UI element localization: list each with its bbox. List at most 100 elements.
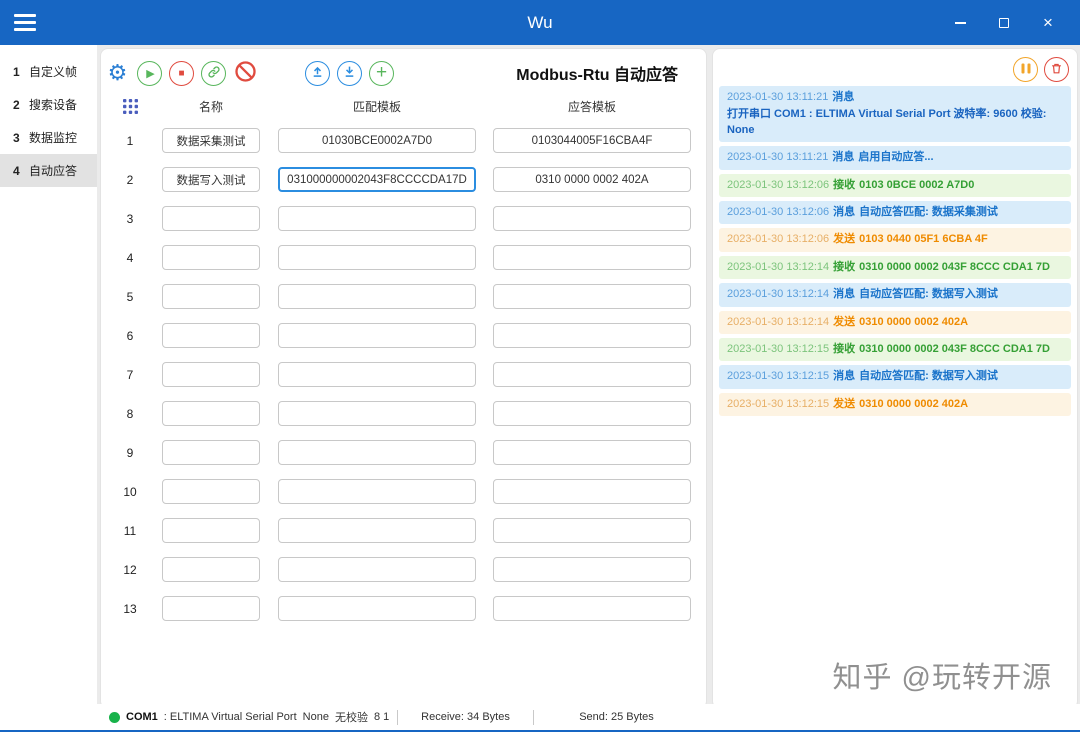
log-toolbar	[713, 49, 1077, 84]
name-input[interactable]	[162, 206, 260, 231]
name-input[interactable]	[162, 167, 260, 192]
page-title: Modbus-Rtu 自动应答	[516, 61, 678, 85]
serial-status: COM1 : ELTIMA Virtual Serial Port None 无…	[97, 709, 397, 725]
log-list[interactable]: 2023-01-30 13:11:21消息 打开串口 COM1 : ELTIMA…	[713, 84, 1077, 422]
menu-icon[interactable]	[14, 14, 36, 31]
pause-log-button[interactable]	[1013, 57, 1038, 82]
sidebar-item-auto-answer[interactable]: 4 自动应答	[0, 154, 97, 187]
start-button[interactable]: ▶	[137, 61, 162, 86]
upload-icon	[311, 65, 324, 81]
name-input[interactable]	[162, 323, 260, 348]
row-number: 6	[109, 329, 151, 343]
match-template-input[interactable]	[278, 401, 476, 426]
row-number: 10	[109, 485, 151, 499]
log-time: 2023-01-30 13:12:14	[727, 261, 829, 273]
log-entry: 2023-01-30 13:11:21消息 打开串口 COM1 : ELTIMA…	[719, 86, 1071, 142]
log-entry: 2023-01-30 13:11:21消息启用自动应答...	[719, 146, 1071, 169]
log-tag: 接收	[833, 179, 855, 191]
match-template-input[interactable]	[278, 323, 476, 348]
response-template-input[interactable]	[493, 401, 691, 426]
log-time: 2023-01-30 13:12:15	[727, 398, 829, 410]
row-number: 2	[109, 173, 151, 187]
row-number: 13	[109, 602, 151, 616]
minimize-button[interactable]	[952, 15, 968, 31]
main-panel: ⚙ ▶ ■ + Modbus-Rtu 自动应答 名称 匹配模板 应答模板 1	[100, 48, 707, 709]
row-number: 12	[109, 563, 151, 577]
table-row: 1	[101, 121, 706, 160]
match-template-input[interactable]	[278, 362, 476, 387]
response-template-input[interactable]	[493, 362, 691, 387]
response-template-input[interactable]	[493, 284, 691, 309]
match-template-input[interactable]	[278, 206, 476, 231]
match-template-input[interactable]	[278, 440, 476, 465]
status-frame: 8 1	[374, 711, 389, 723]
name-input[interactable]	[162, 440, 260, 465]
response-template-input[interactable]	[493, 245, 691, 270]
match-template-input[interactable]	[278, 245, 476, 270]
response-template-input[interactable]	[493, 206, 691, 231]
status-send-bytes: Send: 25 Bytes	[534, 711, 699, 723]
window-controls: ×	[952, 15, 1080, 31]
log-text: 自动应答匹配: 数据写入测试	[859, 370, 998, 382]
name-input[interactable]	[162, 245, 260, 270]
stop-button[interactable]: ■	[169, 61, 194, 86]
response-template-input[interactable]	[493, 440, 691, 465]
response-template-input[interactable]	[493, 167, 691, 192]
sidebar-item-search-device[interactable]: 2 搜索设备	[0, 88, 97, 121]
name-input[interactable]	[162, 596, 260, 621]
response-template-input[interactable]	[493, 518, 691, 543]
match-template-input[interactable]	[278, 167, 476, 192]
column-header-response-template: 应答模板	[493, 98, 691, 115]
add-row-button[interactable]: +	[369, 61, 394, 86]
name-input[interactable]	[162, 362, 260, 387]
log-time: 2023-01-30 13:11:21	[727, 91, 828, 103]
gear-icon: ⚙	[108, 62, 128, 84]
name-input[interactable]	[162, 284, 260, 309]
table-row: 7	[101, 355, 706, 394]
disconnect-serial-button[interactable]	[233, 61, 258, 86]
response-template-input[interactable]	[493, 128, 691, 153]
match-template-input[interactable]	[278, 557, 476, 582]
log-time: 2023-01-30 13:12:06	[727, 206, 829, 218]
response-template-input[interactable]	[493, 323, 691, 348]
maximize-button[interactable]	[996, 15, 1012, 31]
log-entry: 2023-01-30 13:12:14消息自动应答匹配: 数据写入测试	[719, 283, 1071, 306]
row-number: 5	[109, 290, 151, 304]
import-button[interactable]	[305, 61, 330, 86]
name-input[interactable]	[162, 479, 260, 504]
name-input[interactable]	[162, 557, 260, 582]
log-tag: 消息	[832, 91, 854, 103]
settings-button[interactable]: ⚙	[105, 61, 130, 86]
sidebar-item-custom-frame[interactable]: 1 自定义帧	[0, 55, 97, 88]
log-tag: 接收	[833, 261, 855, 273]
status-receive-bytes: Receive: 34 Bytes	[398, 711, 533, 723]
close-button[interactable]: ×	[1040, 15, 1056, 31]
connect-serial-button[interactable]	[201, 61, 226, 86]
disconnect-icon	[234, 60, 257, 86]
match-template-input[interactable]	[278, 596, 476, 621]
export-button[interactable]	[337, 61, 362, 86]
table-row: 2	[101, 160, 706, 199]
sidebar-item-label: 搜索设备	[29, 96, 77, 113]
response-template-input[interactable]	[493, 479, 691, 504]
log-tag: 接收	[833, 343, 855, 355]
sidebar-item-data-monitor[interactable]: 3 数据监控	[0, 121, 97, 154]
response-template-input[interactable]	[493, 557, 691, 582]
table-row: 8	[101, 394, 706, 433]
name-input[interactable]	[162, 128, 260, 153]
clear-log-button[interactable]	[1044, 57, 1069, 82]
log-time: 2023-01-30 13:12:06	[727, 179, 829, 191]
log-entry: 2023-01-30 13:12:06发送0103 0440 05F1 6CBA…	[719, 228, 1071, 251]
match-template-input[interactable]	[278, 518, 476, 543]
log-time: 2023-01-30 13:11:21	[727, 151, 828, 163]
name-input[interactable]	[162, 518, 260, 543]
log-entry: 2023-01-30 13:12:06消息自动应答匹配: 数据采集测试	[719, 201, 1071, 224]
match-template-input[interactable]	[278, 128, 476, 153]
table-row: 4	[101, 238, 706, 277]
log-time: 2023-01-30 13:12:06	[727, 233, 829, 245]
match-template-input[interactable]	[278, 479, 476, 504]
name-input[interactable]	[162, 401, 260, 426]
match-template-input[interactable]	[278, 284, 476, 309]
response-template-input[interactable]	[493, 596, 691, 621]
log-time: 2023-01-30 13:12:15	[727, 343, 829, 355]
